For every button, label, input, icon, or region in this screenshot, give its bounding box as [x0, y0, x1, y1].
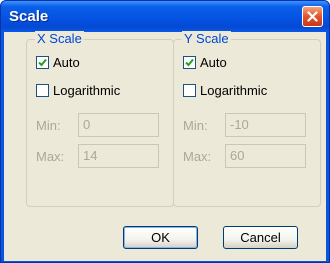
- title-bar[interactable]: Scale: [1, 1, 329, 32]
- y-logarithmic-checkbox-box[interactable]: [183, 83, 196, 97]
- x-max-label: Max:: [36, 148, 65, 164]
- y-max-label: Max:: [183, 148, 212, 164]
- x-logarithmic-checkbox[interactable]: Logarithmic: [36, 82, 120, 98]
- x-auto-checkbox-box[interactable]: [36, 55, 49, 69]
- y-logarithmic-label: Logarithmic: [200, 82, 268, 98]
- x-scale-group: X Scale Auto Logarithmic Min: 0 Max: 14: [26, 31, 174, 207]
- x-max-row: Max: 14: [36, 144, 159, 168]
- ok-button[interactable]: OK: [123, 226, 198, 249]
- y-min-field[interactable]: -10: [225, 113, 306, 137]
- x-min-label: Min:: [36, 117, 61, 133]
- y-auto-label: Auto: [200, 54, 227, 70]
- x-max-field[interactable]: 14: [78, 144, 159, 168]
- scale-dialog: Scale X Scale Auto Logarithmic Min: 0 Ma…: [0, 0, 330, 263]
- cancel-button[interactable]: Cancel: [223, 226, 298, 249]
- dialog-title: Scale: [9, 8, 49, 25]
- x-logarithmic-checkbox-box[interactable]: [36, 83, 49, 97]
- checkmark-icon: [38, 58, 47, 66]
- x-logarithmic-label: Logarithmic: [53, 82, 121, 98]
- checkmark-icon: [185, 58, 194, 66]
- y-auto-checkbox[interactable]: Auto: [183, 54, 227, 70]
- y-max-row: Max: 60: [183, 144, 306, 168]
- close-button[interactable]: [302, 6, 323, 27]
- x-min-field[interactable]: 0: [78, 113, 159, 137]
- y-min-row: Min: -10: [183, 113, 306, 137]
- y-auto-checkbox-box[interactable]: [183, 55, 196, 69]
- x-auto-checkbox[interactable]: Auto: [36, 54, 80, 70]
- y-logarithmic-checkbox[interactable]: Logarithmic: [183, 82, 267, 98]
- x-scale-legend: X Scale: [35, 31, 84, 47]
- y-scale-legend: Y Scale: [182, 31, 231, 47]
- x-auto-label: Auto: [53, 54, 80, 70]
- y-min-label: Min:: [183, 117, 208, 133]
- x-min-row: Min: 0: [36, 113, 159, 137]
- close-icon: [307, 11, 318, 22]
- y-max-field[interactable]: 60: [225, 144, 306, 168]
- y-scale-group: Y Scale Auto Logarithmic Min: -10 Max: 6…: [173, 31, 321, 207]
